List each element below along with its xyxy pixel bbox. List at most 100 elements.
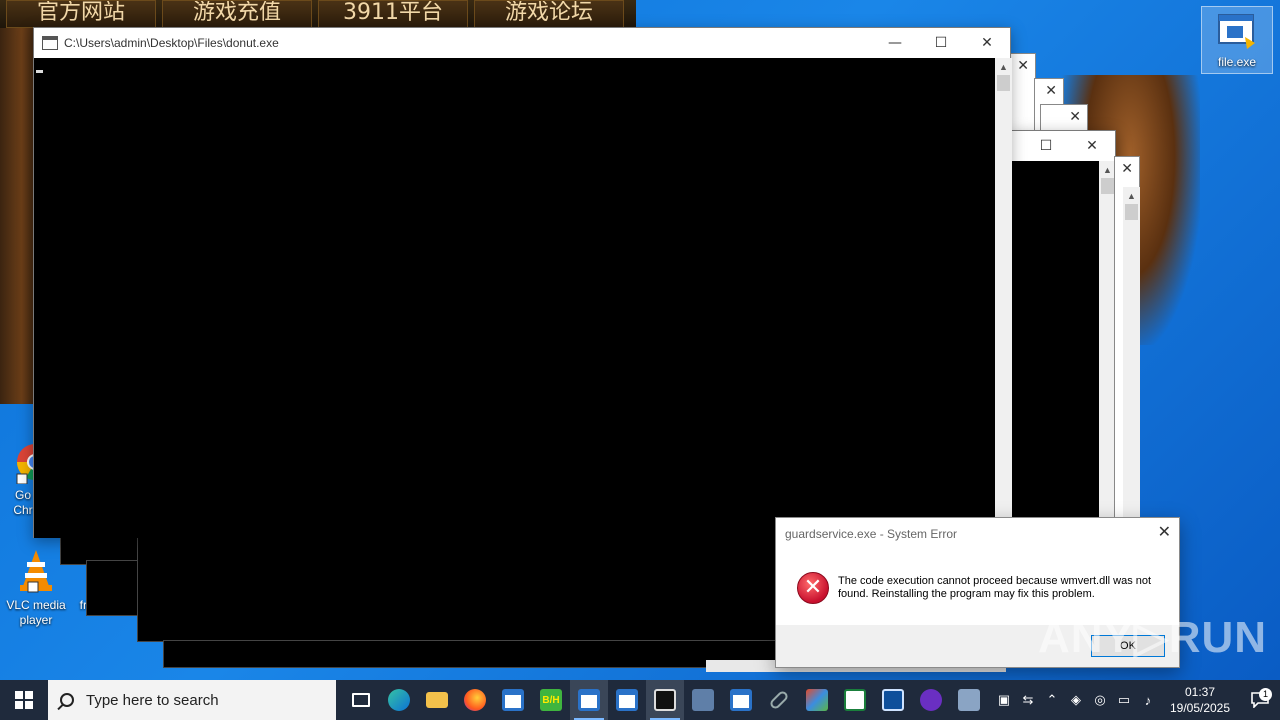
taskbar-network-tool[interactable] [684, 680, 722, 720]
scrollbar-thumb[interactable] [997, 75, 1010, 91]
stacked-window-4[interactable]: ✕ ▲ [1114, 156, 1140, 522]
notification-count-badge: 1 [1259, 688, 1272, 701]
game-nav-recharge[interactable]: 游戏充值 [162, 0, 312, 28]
maximize-button[interactable]: ☐ [918, 28, 964, 58]
console-remnant-3 [137, 535, 777, 642]
taskbar-link-app[interactable] [760, 680, 798, 720]
game-nav-platform[interactable]: 3911平台 [318, 0, 468, 28]
bh-app-icon: B/H [540, 689, 562, 711]
scroll-up-arrow-icon[interactable]: ▲ [995, 58, 1012, 75]
background-console-window[interactable]: ☐ ✕ ▲ [1010, 130, 1116, 522]
game-page-nav: 官方网站 游戏充值 3911平台 游戏论坛 [0, 0, 636, 28]
close-icon[interactable]: ✕ [1069, 109, 1081, 125]
console-app-icon [654, 689, 676, 711]
purple-app-icon [920, 689, 942, 711]
tray-shield-icon[interactable]: ◈ [1064, 692, 1088, 708]
search-placeholder: Type here to search [86, 691, 219, 709]
console-output-area[interactable] [34, 58, 995, 538]
taskbar-window-app-3[interactable] [608, 680, 646, 720]
console-window-icon [42, 36, 58, 50]
scrollbar-thumb[interactable] [1125, 204, 1138, 220]
vlc-cone-icon [20, 550, 52, 593]
taskbar-installer-app[interactable] [798, 680, 836, 720]
scroll-up-arrow-icon[interactable]: ▲ [1123, 187, 1140, 204]
clock-date: 19/05/2025 [1169, 701, 1231, 715]
background-console-area [1011, 161, 1099, 521]
taskbar-monitor-app[interactable] [874, 680, 912, 720]
taskbar-document-app[interactable] [836, 680, 874, 720]
maximize-button[interactable]: ☐ [1023, 131, 1069, 161]
console-titlebar[interactable]: C:\Users\admin\Desktop\Files\donut.exe —… [34, 28, 1010, 58]
game-nav-forum[interactable]: 游戏论坛 [474, 0, 624, 28]
taskbar-settings-app[interactable] [950, 680, 988, 720]
taskbar-firefox[interactable] [456, 680, 494, 720]
game-nav-official-site[interactable]: 官方网站 [6, 0, 156, 28]
game-page-side-art [0, 28, 36, 404]
vertical-scrollbar[interactable]: ▲ [995, 58, 1012, 538]
text-cursor [36, 70, 43, 73]
task-view-button[interactable] [342, 680, 380, 720]
minimize-button[interactable]: — [872, 28, 918, 58]
console-remnant-2 [86, 560, 138, 616]
taskbar-window-app-2[interactable] [570, 680, 608, 720]
donut-console-window[interactable]: C:\Users\admin\Desktop\Files\donut.exe —… [33, 27, 1012, 538]
taskbar-console-app[interactable] [646, 680, 684, 720]
close-button[interactable]: ✕ [1069, 131, 1115, 161]
taskbar-window-app-1[interactable] [494, 680, 532, 720]
system-tray: ▣ ⇆ ⌃ ◈ ◎ ▭ ♪ 01:37 19/05/2025 1 [992, 680, 1280, 720]
vertical-scrollbar[interactable]: ▲ [1123, 187, 1140, 521]
window-app-icon [578, 689, 600, 711]
close-icon[interactable]: ✕ [1045, 83, 1057, 99]
error-message: The code execution cannot proceed becaus… [838, 575, 1152, 600]
taskbar-purple-app[interactable] [912, 680, 950, 720]
volume-icon[interactable]: ♪ [1136, 693, 1160, 708]
installer-icon [806, 689, 828, 711]
clock[interactable]: 01:37 19/05/2025 [1160, 684, 1240, 716]
folder-icon [426, 692, 448, 708]
document-icon [844, 689, 866, 711]
error-icon: ✕ [797, 572, 829, 604]
taskbar-apps: B/H [342, 680, 988, 720]
tray-window-icon[interactable]: ▣ [992, 692, 1016, 708]
window-app-icon [502, 689, 524, 711]
desktop-icon-label: VLC media player [6, 598, 66, 627]
clock-time: 01:37 [1184, 685, 1216, 699]
console-remnant-4 [163, 640, 777, 668]
exe-file-icon [1218, 14, 1255, 49]
anyrun-watermark: ANY▷RUN [1038, 613, 1268, 662]
task-view-icon [352, 693, 370, 707]
taskbar-file-explorer[interactable] [418, 680, 456, 720]
notification-center-button[interactable]: 1 [1240, 688, 1280, 708]
background-window-titlebar[interactable]: ☐ ✕ [1011, 131, 1115, 159]
desktop-icon-label: file.exe [1217, 55, 1257, 69]
start-button[interactable] [0, 680, 48, 720]
stacked-window-1[interactable]: ✕ [1008, 53, 1036, 133]
window-controls: ☐ ✕ [1023, 131, 1115, 161]
edge-icon [388, 689, 410, 711]
desktop: 官方网站 游戏充值 3911平台 游戏论坛 file.exe Go Chr VL… [0, 0, 1280, 680]
scrollbar-thumb[interactable] [1101, 178, 1114, 194]
taskbar-search-box[interactable]: Type here to search [48, 680, 336, 720]
monitor-icon [882, 689, 904, 711]
taskbar-bh-app[interactable]: B/H [532, 680, 570, 720]
search-icon [60, 693, 74, 707]
taskbar: Type here to search B/H ▣ ⇆ ⌃ ◈ ◎ ▭ ♪ 01… [0, 680, 1280, 720]
settings-app-icon [958, 689, 980, 711]
network-icon[interactable]: ▭ [1112, 692, 1136, 708]
dialog-title: guardservice.exe - System Error [785, 527, 958, 541]
window-app-icon [616, 689, 638, 711]
taskbar-edge[interactable] [380, 680, 418, 720]
tray-app-icon[interactable]: ◎ [1088, 692, 1112, 708]
taskbar-window-app-4[interactable] [722, 680, 760, 720]
close-icon[interactable]: ✕ [1017, 58, 1029, 74]
network-tool-icon [692, 689, 714, 711]
close-button[interactable]: ✕ [964, 28, 1010, 58]
desktop-icon-file-exe[interactable]: file.exe [1201, 6, 1273, 74]
windows-logo-icon [15, 691, 33, 709]
close-icon[interactable]: ✕ [1121, 161, 1133, 177]
window-app-icon [730, 689, 752, 711]
window-title: C:\Users\admin\Desktop\Files\donut.exe [64, 36, 279, 50]
tray-network-share-icon[interactable]: ⇆ [1016, 692, 1040, 708]
chevron-up-icon[interactable]: ⌃ [1040, 692, 1064, 708]
dialog-close-button[interactable]: ✕ [1158, 522, 1171, 541]
